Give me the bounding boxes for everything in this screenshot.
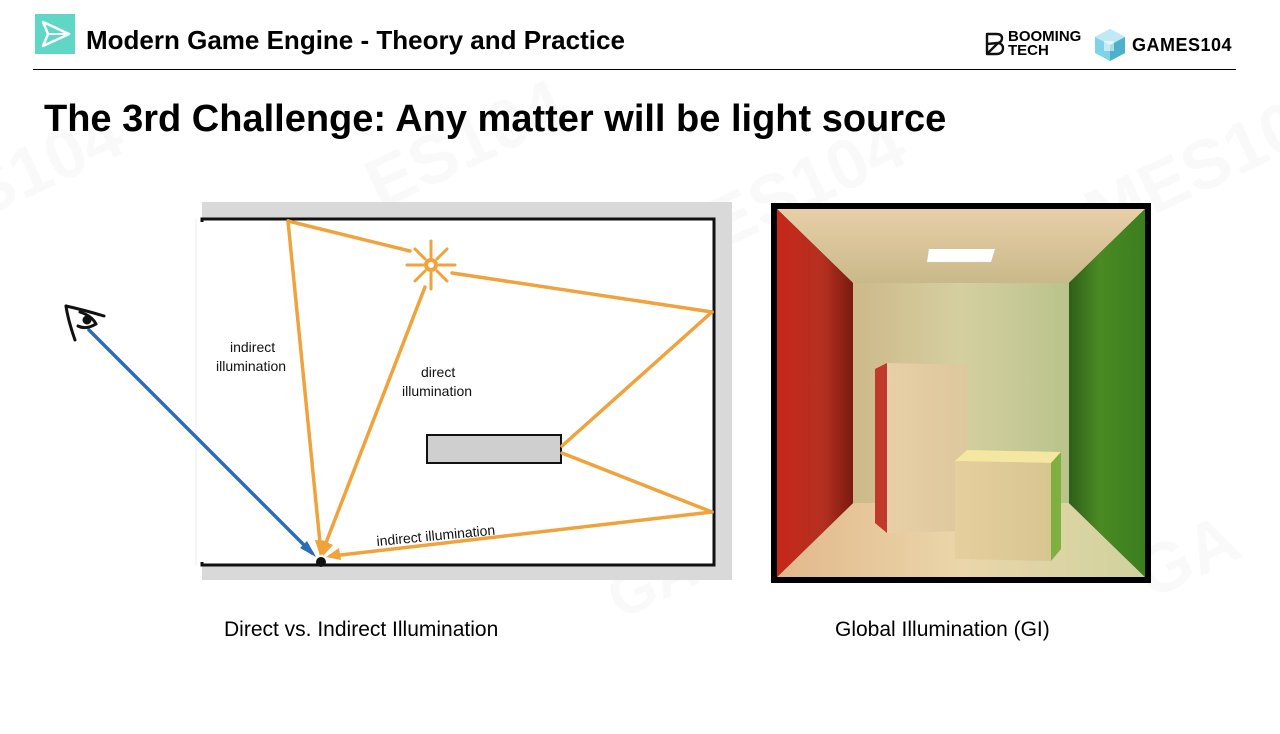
games104-text: GAMES104 xyxy=(1132,35,1233,55)
light-source-icon xyxy=(405,239,457,291)
direct-indirect-diagram: indirect illumination direct illuminatio… xyxy=(64,202,732,580)
label-direct-line1: direct xyxy=(421,364,455,380)
eye-icon xyxy=(64,304,106,342)
slide-title: The 3rd Challenge: Any matter will be li… xyxy=(44,98,947,140)
surface-hit-point xyxy=(316,557,326,567)
occluder-box xyxy=(426,434,562,464)
course-title: Modern Game Engine - Theory and Practice xyxy=(86,25,625,55)
booming-tech-logo: BOOMING TECH xyxy=(984,24,1092,64)
games104-cube-icon xyxy=(1095,29,1125,61)
booming-text-line2: TECH xyxy=(1008,42,1049,59)
header-divider xyxy=(33,69,1236,70)
cornell-box-render xyxy=(771,203,1151,583)
label-direct-line2: illumination xyxy=(402,383,472,399)
booming-tech-text: BOOMING TECH xyxy=(1008,29,1081,59)
caption-direct-indirect: Direct vs. Indirect Illumination xyxy=(224,618,499,641)
slide-header: Modern Game Engine - Theory and Practice… xyxy=(0,0,1280,72)
label-indirect-top-line2: illumination xyxy=(216,358,286,374)
games104-logo: GAMES104 xyxy=(1094,24,1244,64)
caption-global-illumination: Global Illumination (GI) xyxy=(835,618,1050,641)
ceiling-light xyxy=(927,249,995,262)
label-indirect-top-line1: indirect xyxy=(230,339,275,355)
slide-logo-icon xyxy=(35,14,75,54)
booming-tech-mark-icon xyxy=(985,32,1005,56)
